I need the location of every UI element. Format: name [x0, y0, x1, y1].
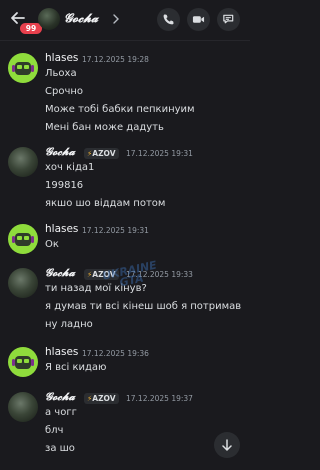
message-text: хоч кіда1 [45, 162, 95, 173]
message-text: а чогг [45, 407, 77, 418]
watermark-logo: UKRAINE GTA [101, 259, 160, 291]
call-button[interactable] [157, 8, 180, 31]
message-author[interactable]: hlases [45, 52, 78, 64]
chat-header: 99 𝓖𝓸𝓬𝓱𝓪 [0, 0, 250, 41]
role-tag: ⚡AZOV [84, 148, 119, 159]
video-call-button[interactable] [187, 8, 210, 31]
chevron-right-icon[interactable] [112, 13, 120, 25]
avatar-character-icon [12, 356, 34, 369]
message-timestamp: 17.12.2025 19:31 [126, 149, 193, 158]
message-text: 199816 [45, 180, 84, 191]
message-author[interactable]: 𝓖𝓸𝓬𝓱𝓪 [45, 267, 75, 280]
avatar-character-icon [12, 233, 34, 246]
threads-icon [223, 14, 234, 24]
message-text: Може тобі бабки пепкинуим [45, 104, 195, 115]
avatar[interactable] [8, 268, 38, 298]
avatar-character-icon [12, 62, 34, 75]
role-tag-label: AZOV [92, 149, 116, 158]
avatar[interactable] [8, 347, 38, 377]
message-text: Срочно [45, 86, 84, 97]
message-text: якшо шо віддам потом [45, 198, 166, 209]
message-text: ну ладно [45, 319, 93, 330]
message-text: Льоха [45, 68, 77, 79]
message-timestamp: 17.12.2025 19:36 [82, 349, 149, 358]
role-tag-label: AZOV [92, 394, 116, 403]
avatar[interactable] [8, 147, 38, 177]
message-author[interactable]: hlases [45, 346, 78, 358]
message-timestamp: 17.12.2025 19:37 [126, 394, 193, 403]
message-author[interactable]: hlases [45, 223, 78, 235]
message-text: Я всі кидаю [45, 362, 107, 373]
message-list[interactable]: hlases 17.12.2025 19:28 Льоха Срочно Мож… [0, 41, 250, 470]
avatar[interactable] [8, 53, 38, 83]
role-tag: ⚡AZOV [84, 393, 119, 404]
message-timestamp: 17.12.2025 19:28 [82, 55, 149, 64]
video-camera-icon [192, 16, 205, 23]
arrow-down-icon [222, 439, 232, 451]
message-text: Мені бан може дадуть [45, 122, 164, 133]
scroll-to-bottom-button[interactable] [214, 432, 240, 458]
message-text: за шо [45, 443, 75, 454]
header-avatar[interactable] [38, 8, 60, 30]
avatar[interactable] [8, 392, 38, 422]
message-timestamp: 17.12.2025 19:31 [82, 226, 149, 235]
message-text: я думав ти всі кінеш шоб я потримав [45, 301, 242, 312]
chat-title[interactable]: 𝓖𝓸𝓬𝓱𝓪 [64, 11, 98, 26]
message-author[interactable]: 𝓖𝓸𝓬𝓱𝓪 [45, 391, 75, 404]
avatar[interactable] [8, 224, 38, 254]
message-text: Ок [45, 239, 59, 250]
message-author[interactable]: 𝓖𝓸𝓬𝓱𝓪 [45, 146, 75, 159]
threads-button[interactable] [217, 8, 240, 31]
message-text: блч [45, 425, 64, 436]
phone-icon [163, 14, 174, 25]
